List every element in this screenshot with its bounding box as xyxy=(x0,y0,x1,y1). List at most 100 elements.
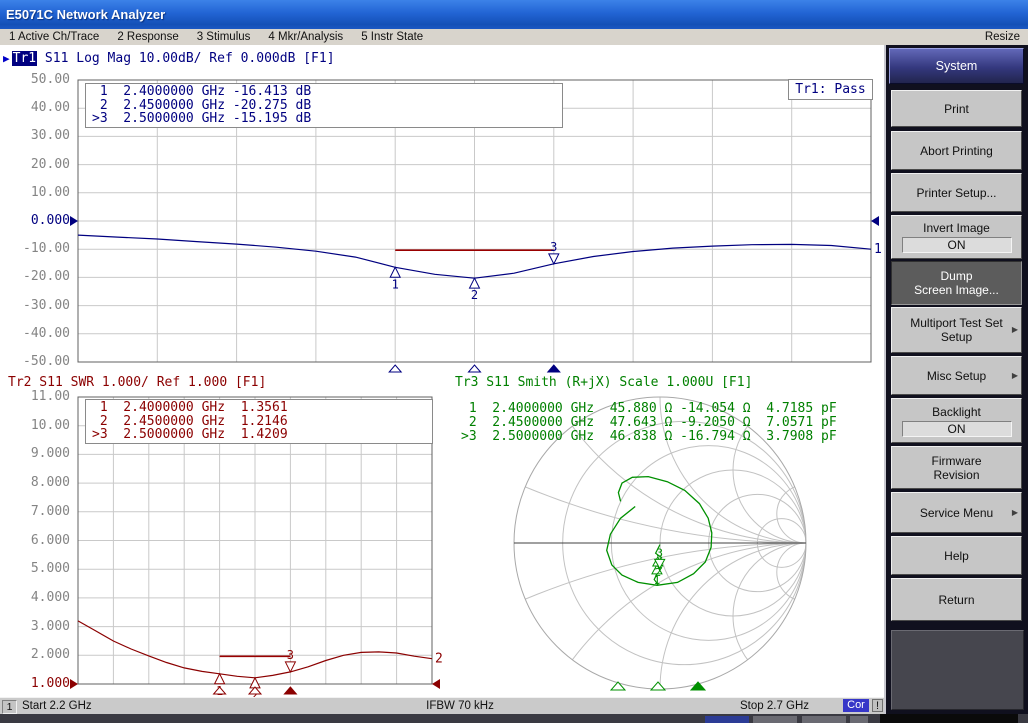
marker-stimulus-triangle-icon xyxy=(651,682,665,690)
y-tick-label: -10.00 xyxy=(0,242,70,256)
taskbar-strip xyxy=(0,714,1028,723)
y-tick-label: 1.000 xyxy=(0,677,70,691)
marker-row: 2 2.4500000 GHz 47.643 Ω -9.2050 Ω 7.057… xyxy=(461,416,837,430)
y-tick-label: 9.000 xyxy=(0,447,70,461)
softkey-label: Revision xyxy=(933,468,979,482)
y-tick-label: -30.00 xyxy=(0,299,70,313)
softkey-label: Return xyxy=(938,593,974,607)
marker-stimulus-triangle-icon xyxy=(284,687,296,694)
taskbar-item[interactable] xyxy=(705,716,749,723)
ref-level-arrow-icon xyxy=(871,216,879,226)
y-tick-label: 11.00 xyxy=(0,390,70,404)
softkey-help[interactable]: Help xyxy=(891,536,1022,575)
ref-level-arrow-icon xyxy=(432,679,440,689)
y-tick-label: 4.000 xyxy=(0,591,70,605)
softkey-firmware-revision[interactable]: FirmwareRevision xyxy=(891,446,1022,489)
marker-row: 1 2.4000000 GHz 1.3561 xyxy=(92,401,428,415)
marker-row: >3 2.5000000 GHz 1.4209 xyxy=(92,428,428,442)
softkey-dump-screen-image[interactable]: DumpScreen Image... xyxy=(891,261,1022,305)
marker-row: 1 2.4000000 GHz -16.413 dB xyxy=(92,85,558,99)
softkey-multiport-test-set-setup[interactable]: Multiport Test SetSetup ▶ xyxy=(891,307,1022,353)
taskbar-item[interactable] xyxy=(850,716,868,723)
tr3-marker-table: 1 2.4000000 GHz 45.880 Ω -14.054 Ω 4.718… xyxy=(455,401,841,445)
softkey-menu: System Print Abort Printing Printer Setup..… xyxy=(884,45,1028,714)
ref-level-arrow-icon xyxy=(70,216,78,226)
submenu-arrow-icon: ▶ xyxy=(1012,506,1018,520)
ref-level-arrow-icon xyxy=(70,679,78,689)
marker-row: 2 2.4500000 GHz 1.2146 xyxy=(92,415,428,429)
window-title: E5071C Network Analyzer xyxy=(0,7,165,22)
menu-item-1[interactable]: 1 Active Ch/Trace xyxy=(0,31,108,43)
softkey-label: Setup xyxy=(941,330,972,344)
y-tick-label: 7.000 xyxy=(0,505,70,519)
softkey-label: Multiport Test Set xyxy=(910,316,1002,330)
softkey-abort-printing[interactable]: Abort Printing xyxy=(891,131,1022,170)
softkey-label: Firmware xyxy=(932,454,982,468)
tr1-marker-table: 1 2.4000000 GHz -16.413 dB 2 2.4500000 G… xyxy=(85,83,563,128)
plots-canvas: 12311232123 xyxy=(0,45,884,697)
tr1-limit-test-status: Tr1: Pass xyxy=(788,79,873,100)
menu-item-2[interactable]: 2 Response xyxy=(108,31,187,43)
softkey-system[interactable]: System xyxy=(889,48,1024,84)
softkey-backlight[interactable]: Backlight ON xyxy=(891,398,1022,443)
tr1-header[interactable]: ▶Tr1 S11 Log Mag 10.00dB/ Ref 0.000dB [F… xyxy=(3,51,335,66)
taskbar-item[interactable] xyxy=(802,716,846,723)
softkey-label: Screen Image... xyxy=(914,283,999,297)
tr2-header[interactable]: Tr2 S11 SWR 1.000/ Ref 1.000 [F1] xyxy=(8,375,266,390)
softkey-label: Backlight xyxy=(932,405,981,419)
trace-number-label: 2 xyxy=(435,652,443,667)
softkey-print[interactable]: Print xyxy=(891,90,1022,127)
title-bar: E5071C Network Analyzer xyxy=(0,0,1028,29)
softkey-label: System xyxy=(936,59,978,73)
submenu-arrow-icon: ▶ xyxy=(1012,369,1018,383)
taskbar-item[interactable] xyxy=(753,716,797,723)
marker-row: >3 2.5000000 GHz 46.838 Ω -16.794 Ω 3.79… xyxy=(461,430,837,444)
y-tick-label: 10.00 xyxy=(0,186,70,200)
y-tick-label: 2.000 xyxy=(0,648,70,662)
softkey-label: Help xyxy=(944,549,969,563)
correction-badge: Cor xyxy=(843,699,869,712)
marker-3[interactable]: 3 xyxy=(549,240,559,264)
marker-2[interactable]: 2 xyxy=(470,278,480,302)
softkey-printer-setup[interactable]: Printer Setup... xyxy=(891,173,1022,212)
tr3-header[interactable]: Tr3 S11 Smith (R+jX) Scale 1.000U [F1] xyxy=(455,375,752,390)
menu-item-3[interactable]: 3 Stimulus xyxy=(188,31,260,43)
marker-3[interactable]: 3 xyxy=(285,648,295,672)
softkey-blank-panel xyxy=(891,630,1024,710)
marker-row: >3 2.5000000 GHz -15.195 dB xyxy=(92,112,558,126)
y-tick-label: -50.00 xyxy=(0,355,70,369)
softkey-label: Misc Setup xyxy=(927,369,986,383)
y-tick-label: 8.000 xyxy=(0,476,70,490)
softkey-label: Invert Image xyxy=(923,221,990,235)
marker-stimulus-triangle-icon xyxy=(389,365,401,372)
y-tick-label: 50.00 xyxy=(0,73,70,87)
marker-1[interactable]: 1 xyxy=(390,267,400,291)
menu-item-4[interactable]: 4 Mkr/Analysis xyxy=(259,31,352,43)
y-tick-label: 30.00 xyxy=(0,129,70,143)
softkey-service-menu[interactable]: Service Menu ▶ xyxy=(891,492,1022,533)
softkey-label: Dump xyxy=(940,269,972,283)
svg-text:3: 3 xyxy=(656,546,663,559)
active-trace-indicator-icon: ▶ xyxy=(3,52,12,65)
start-frequency: Start 2.2 GHz xyxy=(22,700,92,712)
softkey-return[interactable]: Return xyxy=(891,578,1022,621)
svg-text:1: 1 xyxy=(392,277,399,291)
y-tick-label: 10.00 xyxy=(0,419,70,433)
softkey-label: Printer Setup... xyxy=(916,186,996,200)
tr2-marker-table: 1 2.4000000 GHz 1.3561 2 2.4500000 GHz 1… xyxy=(85,399,433,444)
ifbw-readout: IFBW 70 kHz xyxy=(400,700,520,712)
submenu-arrow-icon: ▶ xyxy=(1012,323,1018,337)
trace-number-label: 1 xyxy=(874,242,882,257)
warning-badge: ! xyxy=(872,699,883,712)
softkey-state: ON xyxy=(902,421,1012,437)
menu-item-5[interactable]: 5 Instr State xyxy=(352,31,432,43)
marker-stimulus-triangle-icon xyxy=(611,682,625,690)
stop-frequency: Stop 2.7 GHz xyxy=(740,700,809,712)
marker-row: 2 2.4500000 GHz -20.275 dB xyxy=(92,99,558,113)
softkey-label: Service Menu xyxy=(920,506,993,520)
status-bar: 1 Start 2.2 GHz IFBW 70 kHz Stop 2.7 GHz… xyxy=(0,697,884,714)
softkey-misc-setup[interactable]: Misc Setup ▶ xyxy=(891,356,1022,395)
softkey-invert-image[interactable]: Invert ImageON xyxy=(891,215,1022,259)
resize-control[interactable]: Resize xyxy=(976,31,1028,43)
y-tick-label: 20.00 xyxy=(0,158,70,172)
